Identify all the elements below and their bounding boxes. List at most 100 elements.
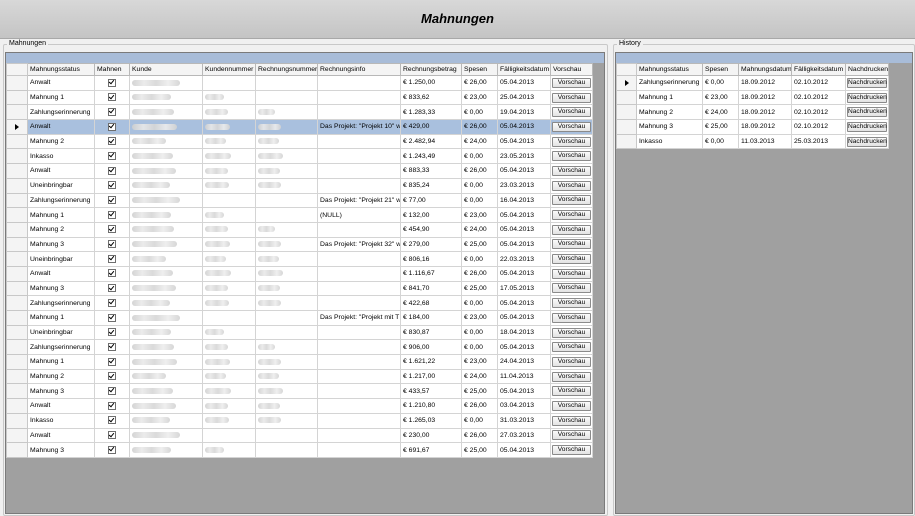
mahnen-checkbox[interactable] bbox=[108, 269, 116, 278]
column-header-spesen[interactable]: Spesen bbox=[461, 63, 498, 76]
vorschau-button[interactable]: Vorschau bbox=[552, 430, 591, 441]
table-row[interactable]: Mahnung 1 (NULL) € 132,00 € 23,00 05.04.2013… bbox=[6, 207, 593, 223]
row-header[interactable] bbox=[6, 383, 28, 400]
vorschau-button[interactable]: Vorschau bbox=[552, 180, 591, 191]
column-header-mahnungsstatus[interactable]: Mahnungsstatus bbox=[27, 63, 95, 76]
mahnen-checkbox[interactable] bbox=[108, 313, 116, 322]
table-row[interactable]: Mahnung 1 € 833,62 € 23,00 25.04.2013 Vorsch… bbox=[6, 89, 593, 106]
mahnen-checkbox[interactable] bbox=[108, 254, 116, 263]
row-header[interactable] bbox=[6, 265, 28, 282]
cell-mahnen[interactable] bbox=[94, 148, 130, 165]
table-row[interactable]: Zahlungserinnerung € 422,68 € 0,00 05.04.20… bbox=[6, 295, 593, 311]
mahnen-checkbox[interactable] bbox=[108, 284, 116, 293]
mahnungen-grid[interactable]: Mahnungsstatus Mahnen Kunde Kundennummer Rec… bbox=[5, 52, 605, 514]
table-row[interactable]: Mahnung 3 € 841,70 € 25,00 17.05.2013 Vorsch… bbox=[6, 280, 593, 297]
mahnen-checkbox[interactable] bbox=[108, 210, 116, 219]
row-header[interactable] bbox=[6, 192, 28, 209]
cell-mahnen[interactable] bbox=[94, 192, 130, 209]
cell-mahnen[interactable] bbox=[94, 163, 130, 179]
mahnen-checkbox[interactable] bbox=[108, 372, 116, 381]
vorschau-button[interactable]: Vorschau bbox=[552, 283, 591, 294]
nachdrucken-button[interactable]: Nachdrucken bbox=[847, 77, 887, 88]
row-header[interactable] bbox=[6, 368, 28, 385]
row-header[interactable] bbox=[6, 427, 28, 444]
row-header[interactable] bbox=[6, 207, 28, 223]
vorschau-button[interactable]: Vorschau bbox=[552, 356, 591, 367]
row-header[interactable] bbox=[6, 236, 28, 253]
row-header[interactable] bbox=[616, 89, 637, 106]
column-header-fälligkeitsdatum[interactable]: Fälligkeitsdatum bbox=[791, 63, 846, 76]
vorschau-button[interactable]: Vorschau bbox=[552, 239, 591, 250]
cell-mahnen[interactable] bbox=[94, 133, 130, 150]
column-header-nachdrucken[interactable]: Nachdrucken bbox=[845, 63, 889, 76]
table-row[interactable]: Uneinbringbar € 830,87 € 0,00 18.04.2013 Vor… bbox=[6, 324, 593, 341]
mahnen-checkbox[interactable] bbox=[108, 431, 116, 440]
row-header[interactable] bbox=[6, 75, 28, 91]
vorschau-button[interactable]: Vorschau bbox=[552, 400, 591, 411]
row-header[interactable] bbox=[6, 398, 28, 414]
table-row[interactable]: Mahnung 3 € 25,00 18.09.2012 02.10.2012 Nach… bbox=[616, 119, 889, 135]
vorschau-button[interactable]: Vorschau bbox=[552, 195, 591, 206]
vorschau-button[interactable]: Vorschau bbox=[552, 254, 591, 265]
mahnen-checkbox[interactable] bbox=[108, 386, 116, 395]
vorschau-button[interactable]: Vorschau bbox=[552, 165, 591, 176]
row-header[interactable] bbox=[6, 354, 28, 370]
mahnen-checkbox[interactable] bbox=[108, 137, 116, 146]
history-grid[interactable]: Mahnungsstatus Spesen Mahnungsdatum Fälligk… bbox=[615, 52, 913, 514]
table-row[interactable]: Mahnung 2 € 2.482,94 € 24,00 05.04.2013 Vors… bbox=[6, 133, 593, 150]
cell-mahnen[interactable] bbox=[94, 427, 130, 444]
row-header[interactable] bbox=[6, 310, 28, 326]
mahnen-checkbox[interactable] bbox=[108, 151, 116, 160]
nachdrucken-button[interactable]: Nachdrucken bbox=[847, 92, 887, 103]
table-row[interactable]: Anwalt € 1.210,80 € 26,00 03.04.2013 Vorscha… bbox=[6, 398, 593, 414]
cell-mahnen[interactable] bbox=[94, 75, 130, 91]
table-row[interactable]: Mahnung 2 € 24,00 18.09.2012 02.10.2012 Nach… bbox=[616, 104, 889, 121]
table-row[interactable]: Uneinbringbar € 835,24 € 0,00 23.03.2013 Vor… bbox=[6, 177, 593, 194]
mahnen-checkbox[interactable] bbox=[108, 166, 116, 175]
column-header-vorschau[interactable]: Vorschau bbox=[550, 63, 593, 76]
vorschau-button[interactable]: Vorschau bbox=[552, 151, 591, 162]
cell-mahnen[interactable] bbox=[94, 442, 130, 458]
column-header-mahnungsstatus[interactable]: Mahnungsstatus bbox=[636, 63, 703, 76]
vorschau-button[interactable]: Vorschau bbox=[552, 327, 591, 338]
mahnen-checkbox[interactable] bbox=[108, 107, 116, 116]
vorschau-button[interactable]: Vorschau bbox=[552, 312, 591, 323]
nachdrucken-button[interactable]: Nachdrucken bbox=[847, 107, 887, 118]
vorschau-button[interactable]: Vorschau bbox=[552, 224, 591, 235]
cell-mahnen[interactable] bbox=[94, 207, 130, 223]
row-header[interactable] bbox=[6, 412, 28, 429]
column-header-fälligkeitsdatum[interactable]: Fälligkeitsdatum bbox=[497, 63, 551, 76]
mahnen-checkbox[interactable] bbox=[108, 357, 116, 366]
row-header[interactable] bbox=[616, 119, 637, 135]
vorschau-button[interactable]: Vorschau bbox=[552, 92, 591, 103]
cell-mahnen[interactable] bbox=[94, 177, 130, 194]
row-header[interactable] bbox=[6, 89, 28, 106]
column-header-mahnen[interactable]: Mahnen bbox=[94, 63, 130, 76]
vorschau-button[interactable]: Vorschau bbox=[552, 386, 591, 397]
table-row[interactable]: Zahlungserinnerung Das Projekt: "Projekt … bbox=[6, 192, 593, 209]
column-header-spesen[interactable]: Spesen bbox=[702, 63, 739, 76]
row-header[interactable] bbox=[6, 295, 28, 311]
table-row[interactable]: Mahnung 2 € 1.217,00 € 24,00 11.04.2013 Vors… bbox=[6, 368, 593, 385]
mahnen-checkbox[interactable] bbox=[108, 445, 116, 454]
cell-mahnen[interactable] bbox=[94, 310, 130, 326]
row-header[interactable] bbox=[6, 104, 28, 121]
vorschau-button[interactable]: Vorschau bbox=[552, 121, 591, 132]
vorschau-button[interactable]: Vorschau bbox=[552, 298, 591, 309]
cell-mahnen[interactable] bbox=[94, 251, 130, 267]
cell-mahnen[interactable] bbox=[94, 412, 130, 429]
cell-mahnen[interactable] bbox=[94, 89, 130, 106]
column-header-rechnungsinfo[interactable]: Rechnungsinfo bbox=[317, 63, 401, 76]
vorschau-button[interactable]: Vorschau bbox=[552, 415, 591, 426]
vorschau-button[interactable]: Vorschau bbox=[552, 268, 591, 279]
nachdrucken-button[interactable]: Nachdrucken bbox=[847, 121, 887, 132]
column-header-rechnungsnummer[interactable]: Rechnungsnummer bbox=[255, 63, 318, 76]
vorschau-button[interactable]: Vorschau bbox=[552, 77, 591, 88]
table-row[interactable]: Inkasso € 1.265,03 € 0,00 31.03.2013 Vorscha… bbox=[6, 412, 593, 429]
mahnen-checkbox[interactable] bbox=[108, 416, 116, 425]
cell-mahnen[interactable] bbox=[94, 265, 130, 282]
table-row[interactable]: Mahnung 1 € 23,00 18.09.2012 02.10.2012 Nach… bbox=[616, 89, 889, 106]
vorschau-button[interactable]: Vorschau bbox=[552, 371, 591, 382]
vorschau-button[interactable]: Vorschau bbox=[552, 136, 591, 147]
cell-mahnen[interactable] bbox=[94, 324, 130, 341]
